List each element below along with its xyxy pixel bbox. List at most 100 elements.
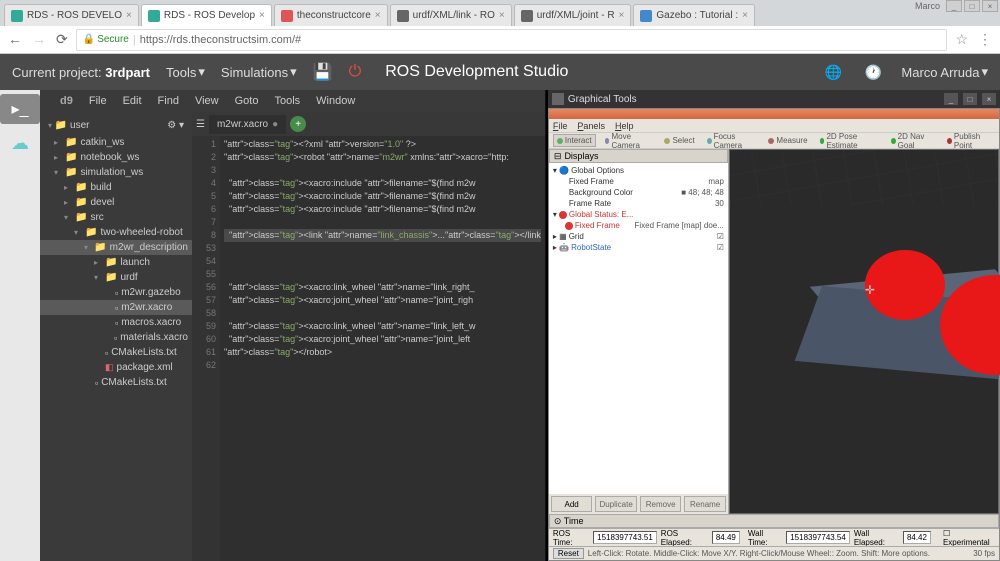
tab-title: theconstructcore: [297, 10, 371, 21]
monitor-icon[interactable]: [0, 162, 40, 192]
file-node[interactable]: ▫CMakeLists.txt: [40, 345, 192, 360]
os-max-button[interactable]: □: [964, 0, 980, 12]
rviz-tool-button[interactable]: Move Camera: [602, 131, 656, 151]
rviz-tool-button[interactable]: Interact: [553, 134, 596, 147]
file-node[interactable]: ▫m2wr.gazebo: [40, 285, 192, 300]
rviz-tool-button[interactable]: Focus Camera: [704, 131, 760, 151]
c9-menu-item[interactable]: Window: [316, 95, 355, 107]
os-titlebar: Marco _ □ ×: [915, 0, 1000, 12]
forward-icon[interactable]: →: [32, 31, 46, 48]
rviz-tool-button[interactable]: Select: [661, 135, 697, 146]
folder-node[interactable]: ▸📁notebook_ws: [40, 150, 192, 165]
os-close-button[interactable]: ×: [982, 0, 998, 12]
rviz-tool-button[interactable]: 2D Nav Goal: [888, 131, 938, 151]
url-input[interactable]: 🔒 Secure | https://rds.theconstructsim.c…: [76, 29, 948, 51]
user-menu[interactable]: Marco Arruda ▾: [901, 64, 988, 80]
rviz-tool-button[interactable]: Measure: [765, 135, 810, 146]
rds-title: ROS Development Studio: [385, 63, 568, 81]
file-node[interactable]: ▫macros.xacro: [40, 315, 192, 330]
c9-menu-item[interactable]: View: [195, 95, 219, 107]
folder-node[interactable]: ▸📁devel: [40, 195, 192, 210]
displays-header[interactable]: ⊟ Displays: [549, 149, 728, 163]
add-button[interactable]: Add: [551, 496, 593, 512]
folder-node[interactable]: ▾📁two-wheeled-robot: [40, 225, 192, 240]
terminal-icon[interactable]: ▸_: [0, 94, 40, 124]
file-node[interactable]: ◧package.xml: [40, 360, 192, 375]
close-tab-icon[interactable]: ×: [742, 10, 748, 21]
globe-icon[interactable]: 🌐: [821, 60, 845, 84]
code-editor: ☰ m2wr.xacro● + 123456785354555657585960…: [192, 112, 545, 561]
browser-tab[interactable]: urdf/XML/link - RO×: [390, 4, 512, 26]
rviz-menu-item[interactable]: Help: [615, 121, 634, 131]
close-tab-icon[interactable]: ×: [619, 10, 625, 21]
rviz-tool-button[interactable]: 2D Pose Estimate: [817, 131, 882, 151]
folder-node[interactable]: ▾📁m2wr_description: [40, 240, 192, 255]
reset-button[interactable]: Reset: [553, 548, 584, 559]
rviz-tool-button[interactable]: Publish Point: [944, 131, 995, 151]
folder-node[interactable]: ▸📁catkin_ws: [40, 135, 192, 150]
gear-icon[interactable]: ⚙ ▾: [167, 120, 184, 131]
file-tree[interactable]: ▾ 📁 user ⚙ ▾ ▸📁catkin_ws▸📁notebook_ws▾📁s…: [40, 112, 192, 561]
browser-tab[interactable]: theconstructcore ×: [274, 4, 388, 26]
folder-node[interactable]: ▾📁urdf: [40, 270, 192, 285]
folder-node[interactable]: ▸📁launch: [40, 255, 192, 270]
editor-tab[interactable]: m2wr.xacro●: [209, 115, 286, 134]
new-tab-button[interactable]: +: [290, 116, 306, 132]
folder-node[interactable]: ▾📁simulation_ws: [40, 165, 192, 180]
remove-button[interactable]: Remove: [640, 496, 682, 512]
tab-list-icon[interactable]: ☰: [196, 119, 205, 130]
close-tab-icon[interactable]: ×: [259, 10, 265, 21]
menu-icon[interactable]: ⋮: [978, 31, 992, 48]
cloud9-icon[interactable]: ☁: [0, 128, 40, 158]
favicon-icon: [521, 10, 533, 22]
close-tab-icon[interactable]: ×: [499, 10, 505, 21]
c9-menu-item[interactable]: Find: [158, 95, 179, 107]
browser-tab[interactable]: RDS - ROS DEVELO×: [4, 4, 139, 26]
secure-badge: 🔒 Secure: [83, 34, 129, 45]
star-icon[interactable]: ☆: [955, 31, 968, 48]
file-node[interactable]: ▫materials.xacro: [40, 330, 192, 345]
tools-menu[interactable]: Tools ▾: [166, 64, 205, 80]
file-node[interactable]: ▫m2wr.xacro: [40, 300, 192, 315]
gt-max-button[interactable]: □: [963, 93, 977, 105]
browser-tab[interactable]: RDS - ROS Develop×: [141, 4, 272, 26]
gt-close-button[interactable]: ×: [982, 93, 996, 105]
code-content[interactable]: "attr">class="tag"><?xml "attr">version=…: [220, 136, 545, 561]
close-tab-icon[interactable]: ×: [375, 10, 381, 21]
c9-menu-item[interactable]: Tools: [274, 95, 300, 107]
duplicate-button[interactable]: Duplicate: [595, 496, 637, 512]
reload-icon[interactable]: ⟳: [56, 31, 68, 48]
save-icon[interactable]: 💾: [313, 62, 333, 82]
rviz-toolbar: Interact Move Camera Select Focus Camera Mea…: [549, 133, 999, 149]
rviz-titlebar[interactable]: [549, 109, 999, 119]
gt-app-icon: [552, 93, 564, 105]
folder-node[interactable]: ▾📁src: [40, 210, 192, 225]
time-panel-header[interactable]: ⊙ Time: [549, 514, 999, 528]
code-area[interactable]: 1234567853545556575859606162 "attr">clas…: [192, 136, 545, 561]
favicon-icon: [281, 10, 293, 22]
folder-node[interactable]: ▸📁build: [40, 180, 192, 195]
rviz-window: File Panels Help Interact Move Camera Select…: [548, 108, 1000, 561]
rviz-menu-item[interactable]: File: [553, 121, 568, 131]
close-tab-icon[interactable]: ×: [126, 10, 132, 21]
browser-tab[interactable]: Gazebo : Tutorial : ×: [633, 4, 755, 26]
c9-menu-item[interactable]: File: [89, 95, 107, 107]
file-node[interactable]: ▫CMakeLists.txt: [40, 375, 192, 390]
displays-tree[interactable]: ▾ 🔵 Global Options Fixed Framemap Backgr…: [549, 163, 728, 494]
rviz-3d-view[interactable]: ✛: [729, 149, 999, 514]
clock-icon[interactable]: 🕐: [861, 60, 885, 84]
c9-menu-item[interactable]: Goto: [235, 95, 259, 107]
rename-button[interactable]: Rename: [684, 496, 726, 512]
gt-title-text: Graphical Tools: [568, 94, 637, 105]
wall-time-value: 1518397743.54: [786, 531, 850, 544]
power-icon[interactable]: ⏻: [349, 63, 362, 81]
c9-menu-item[interactable]: Edit: [123, 95, 142, 107]
os-min-button[interactable]: _: [946, 0, 962, 12]
simulations-menu[interactable]: Simulations ▾: [221, 64, 297, 80]
address-bar: ← → ⟳ 🔒 Secure | https://rds.theconstruc…: [0, 26, 1000, 54]
browser-tab[interactable]: urdf/XML/joint - R×: [514, 4, 632, 26]
gt-min-button[interactable]: _: [944, 93, 958, 105]
back-icon[interactable]: ←: [8, 31, 22, 48]
tab-title: Gazebo : Tutorial :: [656, 10, 738, 21]
rviz-menu-item[interactable]: Panels: [577, 121, 605, 131]
